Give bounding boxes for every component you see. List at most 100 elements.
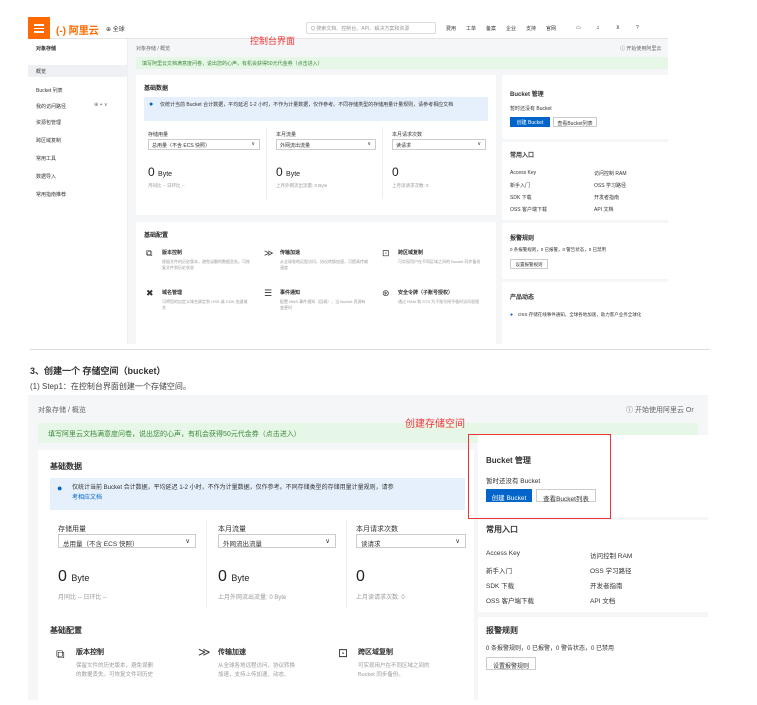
help-link[interactable]: ⓘ 开始使用阿里云 xyxy=(620,45,661,52)
info-icon: ● xyxy=(57,483,63,493)
alarm-setup-button[interactable]: 设置报警规则 xyxy=(510,259,548,269)
traffic-value-number: 0 xyxy=(218,568,227,585)
config-version-desc-1: 保留文件的历史版本，避免误删 xyxy=(76,663,154,669)
link-dev-guide[interactable]: 开发者指南 xyxy=(590,580,623,590)
link-sdk[interactable]: SDK 下载 xyxy=(486,580,514,590)
config-version[interactable]: 版本控制 xyxy=(162,249,182,256)
requests-select[interactable]: 读请求 ∨ xyxy=(356,534,466,548)
nav-enterprise[interactable]: 企业 xyxy=(506,25,516,32)
sidebar-item-bucket-list[interactable]: Bucket 列表 xyxy=(36,87,63,94)
config-accelerate-desc-2: 加速，支持上传加速、动态、 xyxy=(218,672,290,678)
storage-value-number: 0 xyxy=(58,568,67,585)
config-accelerate[interactable]: 传输加速 xyxy=(280,249,300,256)
alarm-setup-button[interactable]: 设置报警规则 xyxy=(486,657,536,670)
link-api[interactable]: API 文档 xyxy=(594,206,613,213)
info-icon: ● xyxy=(149,101,154,108)
link-dev-guide[interactable]: 开发者指南 xyxy=(594,194,619,201)
link-learning-path[interactable]: OSS 学习路径 xyxy=(590,565,632,575)
region-selector[interactable]: ⊕ 全球 xyxy=(106,24,125,33)
link-learning-path[interactable]: OSS 学习路径 xyxy=(594,182,626,189)
config-sts[interactable]: 安全令牌（子账号授权） xyxy=(398,289,453,296)
product-news-item[interactable]: OSS 存储在线事件通知，全球各地加速，助力客户业务全球化 xyxy=(518,312,664,318)
breadcrumb: 对象存储 / 概览 xyxy=(136,46,171,52)
create-bucket-button[interactable]: 创建 Bucket xyxy=(510,117,550,127)
requests-value: 0 xyxy=(392,165,399,179)
link-access-key[interactable]: Access Key xyxy=(510,170,536,176)
cart-icon[interactable]: ⊻ xyxy=(616,25,620,31)
basic-data-title: 基础数据 xyxy=(50,462,82,471)
sidebar-item-overview[interactable]: 概览 xyxy=(36,68,46,75)
help-icon[interactable]: ? xyxy=(636,25,639,31)
survey-banner[interactable]: 填写阿里云文档满意度问卷，说出您的心声，有机会获得50元代金券（点击进入） xyxy=(136,57,668,69)
link-getting-started[interactable]: 新手入门 xyxy=(510,182,530,189)
traffic-value-unit: Byte xyxy=(231,573,250,583)
note-doc-link[interactable]: 考相应文档 xyxy=(72,493,459,503)
alarm-title: 报警规则 xyxy=(486,626,518,635)
requests-select-value: 读请求 xyxy=(396,143,412,149)
link-ram[interactable]: 访问控制 RAM xyxy=(590,550,632,560)
storage-sub: 月同比 -- 日环比 -- xyxy=(148,183,185,188)
requests-select[interactable]: 读请求 ∨ xyxy=(392,139,486,150)
nav-official[interactable]: 官网 xyxy=(546,25,556,32)
traffic-value-unit: Byte xyxy=(286,171,301,178)
config-event[interactable]: 事件通知 xyxy=(280,289,300,296)
basic-data-note: ● 仅统计当前 Bucket 合计数据，平均延迟 1-2 小时，不作为计量数据，… xyxy=(144,97,488,121)
storage-value: 0 Byte xyxy=(148,165,172,179)
requests-sub: 上月读请求次数: 0 xyxy=(356,595,405,601)
alarm-title: 报警规则 xyxy=(510,236,535,242)
traffic-select[interactable]: 外网流出流量 ∨ xyxy=(218,534,336,548)
common-entry-title: 常用入口 xyxy=(486,525,518,534)
config-version-desc: 保留文件的历史版本，避免误删的数据丢失。可恢复文件到历史状态 xyxy=(162,259,250,270)
sidebar-item-cross-region[interactable]: 跨区域复制 xyxy=(36,137,61,144)
bucket-list-button[interactable]: 查看Bucket列表 xyxy=(553,117,597,127)
nav-support[interactable]: 支持 xyxy=(526,25,536,32)
basic-config-card: 基础配置 ⧉ 版本控制 保留文件的历史版本，避免误删 的数据丢失。可恢复文件到历… xyxy=(38,615,474,700)
nav-icp[interactable]: 备案 xyxy=(486,25,496,32)
storage-select[interactable]: 总用量（不含 ECS 快照） ∨ xyxy=(148,139,260,150)
bell-icon[interactable]: ♫ xyxy=(596,25,600,31)
config-replication[interactable]: 跨区域复制 xyxy=(398,249,423,256)
config-domain[interactable]: 域名管理 xyxy=(162,289,182,296)
sidebar-item-data-import[interactable]: 数据导入 xyxy=(36,173,56,180)
traffic-label: 本月流量 xyxy=(218,526,246,533)
link-ram[interactable]: 访问控制 RAM xyxy=(594,170,627,177)
menu-icon[interactable] xyxy=(28,17,50,39)
top-bar: (-) 阿里云 ⊕ 全球 Q 搜索文档、控制台、API、解决方案和资源 费用 工… xyxy=(28,17,668,39)
config-accelerate[interactable]: 传输加速 xyxy=(218,647,246,657)
sidebar-item-resource-pack[interactable]: 资源包管理 xyxy=(36,119,61,126)
link-client[interactable]: OSS 客户端下载 xyxy=(510,206,547,213)
link-sdk[interactable]: SDK 下载 xyxy=(510,194,532,201)
storage-value-unit: Byte xyxy=(71,573,90,583)
common-entry-title: 常用入口 xyxy=(510,153,535,159)
sidebar-item-access-path[interactable]: 我的访问路径 xyxy=(36,103,66,110)
sidebar-item-guides[interactable]: 常用指南推荐 xyxy=(36,191,66,198)
sidebar-item-tools[interactable]: 常用工具 xyxy=(36,155,56,162)
traffic-select[interactable]: 外网流出流量 ∨ xyxy=(276,139,376,150)
sidebar-add-icon[interactable]: ⊕ + ∨ xyxy=(94,102,108,108)
link-getting-started[interactable]: 新手入门 xyxy=(486,565,512,575)
common-entry-card: 常用入口 Access Key 访问控制 RAM 新手入门 OSS 学习路径 S… xyxy=(502,142,668,220)
event-icon: ☰ xyxy=(264,288,273,298)
basic-config-title: 基础配置 xyxy=(144,233,169,239)
note-text: 仅统计当前 Bucket 合计数据，平均延迟 1-2 小时，不作为计量数据，仅作… xyxy=(160,102,454,108)
link-access-key[interactable]: Access Key xyxy=(486,550,520,557)
config-version[interactable]: 版本控制 xyxy=(76,647,104,657)
requests-select-value: 读请求 xyxy=(361,541,381,548)
help-link[interactable]: ⓘ 开始使用阿里云 Or xyxy=(626,405,694,415)
storage-select[interactable]: 总用量（不含 ECS 快照） ∨ xyxy=(58,534,196,548)
domain-icon: ✖ xyxy=(146,288,154,298)
aliyun-logo[interactable]: (-) 阿里云 xyxy=(56,22,99,37)
nav-ticket[interactable]: 工单 xyxy=(466,25,476,32)
traffic-select-value: 外网流出流量 xyxy=(223,541,262,548)
search-input[interactable]: Q 搜索文档、控制台、API、解决方案和资源 xyxy=(306,22,436,34)
step-sub: (1) Step1：在控制台界面创建一个存储空间。 xyxy=(30,382,191,391)
basic-data-note: ● 仅统计当前 Bucket 合计数据，平均延迟 1-2 小时，不作为计量数据，… xyxy=(50,478,465,510)
link-api[interactable]: API 文档 xyxy=(590,595,615,605)
traffic-label: 本月流量 xyxy=(276,132,297,138)
link-client[interactable]: OSS 客户端下载 xyxy=(486,595,534,605)
nav-fee[interactable]: 费用 xyxy=(446,25,456,32)
cloud-shell-icon[interactable]: ▭ xyxy=(576,25,581,31)
info-icon: ⓘ xyxy=(626,407,635,414)
config-replication[interactable]: 跨区域复制 xyxy=(358,647,393,657)
chevron-down-icon: ∨ xyxy=(367,141,371,147)
